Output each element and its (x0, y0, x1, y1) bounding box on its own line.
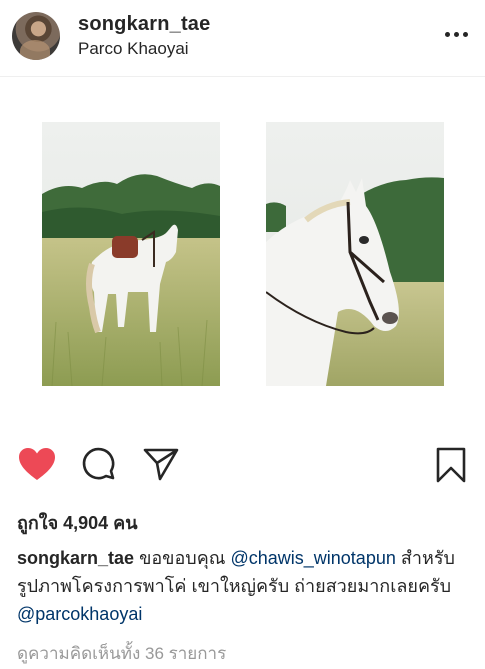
action-bar (0, 440, 485, 488)
post-username[interactable]: songkarn_tae (78, 13, 210, 36)
caption-mention-chawis[interactable]: @chawis_winotapun (230, 548, 395, 568)
likes-count[interactable]: ถูกใจ 4,904 คน (17, 508, 138, 537)
bookmark-icon[interactable] (434, 446, 468, 489)
post-image[interactable] (0, 77, 485, 433)
share-icon[interactable] (142, 446, 180, 487)
view-all-comments-link[interactable]: ดูความคิดเห็นทั้ง 36 รายการ (17, 640, 226, 667)
caption-username[interactable]: songkarn_tae (17, 548, 134, 568)
like-heart-icon[interactable] (17, 446, 57, 487)
avatar[interactable] (12, 12, 60, 60)
post-location[interactable]: Parco Khaoyai (78, 39, 189, 59)
caption-text-1: ขอขอบคุณ (139, 548, 226, 568)
horse-field-photo (42, 122, 220, 386)
post-header: songkarn_tae Parco Khaoyai (0, 0, 485, 77)
caption-mention-parco[interactable]: @parcokhaoyai (17, 604, 142, 624)
comment-icon[interactable] (81, 446, 117, 487)
post-caption: songkarn_tae ขอขอบคุณ @chawis_winotapun … (17, 544, 472, 628)
more-options-icon[interactable] (443, 24, 471, 44)
horse-head-photo (266, 122, 444, 386)
